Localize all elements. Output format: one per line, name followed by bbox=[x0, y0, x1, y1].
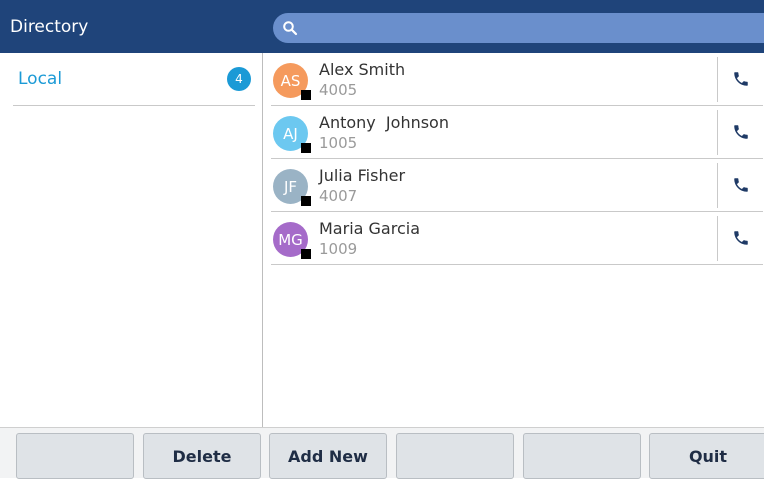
contact-name: Antony Johnson bbox=[319, 113, 449, 132]
presence-indicator bbox=[301, 143, 311, 153]
contact-extension: 4005 bbox=[319, 81, 358, 99]
softkey-bar: Delete Add New Quit bbox=[0, 427, 764, 479]
contact-name: Alex Smith bbox=[319, 60, 406, 79]
count-badge: 4 bbox=[227, 67, 251, 91]
source-list: Local 4 bbox=[0, 53, 263, 427]
avatar-initials: MG bbox=[278, 230, 303, 249]
search-input[interactable] bbox=[307, 13, 751, 45]
search-icon bbox=[283, 21, 298, 36]
add-new-button[interactable]: Add New bbox=[269, 433, 387, 479]
avatar-initials: AS bbox=[280, 71, 301, 90]
contact-extension: 4007 bbox=[319, 187, 358, 205]
phone-icon bbox=[733, 178, 748, 192]
contact-name: Julia Fisher bbox=[319, 166, 406, 185]
contact-extension: 1005 bbox=[319, 134, 358, 152]
call-button[interactable] bbox=[718, 106, 763, 158]
presence-indicator bbox=[301, 90, 311, 100]
call-button[interactable] bbox=[718, 53, 763, 105]
contact-row[interactable]: MG Maria Garcia 1009 bbox=[271, 212, 763, 265]
presence-indicator bbox=[301, 196, 311, 206]
call-button[interactable] bbox=[718, 212, 763, 264]
phone-icon bbox=[733, 72, 748, 86]
search-bar[interactable] bbox=[273, 13, 764, 45]
phone-icon bbox=[733, 125, 748, 139]
contact-name: Maria Garcia bbox=[319, 219, 420, 238]
quit-button[interactable]: Quit bbox=[649, 433, 764, 479]
contact-list: AS Alex Smith 4005 AJ Antony Johnson 100… bbox=[263, 53, 764, 427]
page-title: Directory bbox=[10, 16, 89, 37]
source-label: Local bbox=[18, 69, 63, 89]
contact-row[interactable]: AJ Antony Johnson 1005 bbox=[271, 106, 763, 159]
avatar-initials: JF bbox=[283, 177, 298, 196]
contact-row[interactable]: AS Alex Smith 4005 bbox=[271, 53, 763, 106]
call-button[interactable] bbox=[718, 159, 763, 211]
softkey-5-button[interactable] bbox=[523, 433, 641, 479]
contact-extension: 1009 bbox=[319, 240, 358, 258]
phone-icon bbox=[733, 231, 748, 245]
contact-row[interactable]: JF Julia Fisher 4007 bbox=[271, 159, 763, 212]
softkey-1-button[interactable] bbox=[16, 433, 134, 479]
delete-button[interactable]: Delete bbox=[143, 433, 261, 479]
search-header bbox=[263, 0, 764, 53]
presence-indicator bbox=[301, 249, 311, 259]
softkey-4-button[interactable] bbox=[396, 433, 514, 479]
avatar-initials: AJ bbox=[283, 124, 298, 143]
source-item-local[interactable]: Local 4 bbox=[13, 53, 255, 106]
directory-header: Directory bbox=[0, 0, 263, 53]
